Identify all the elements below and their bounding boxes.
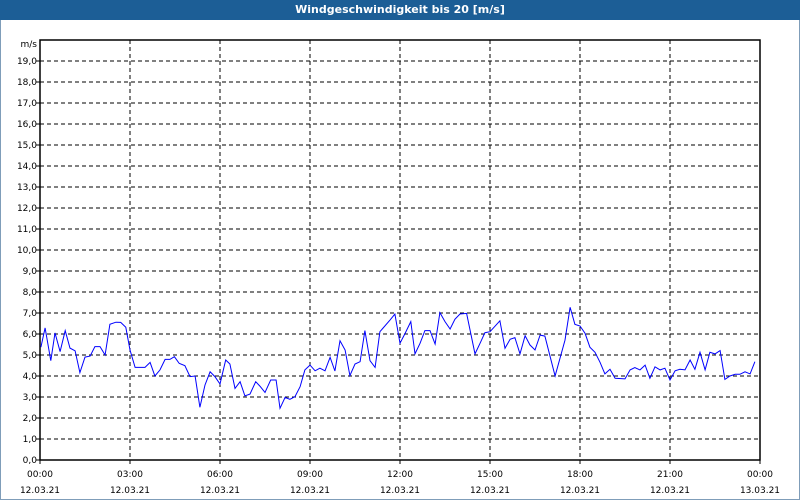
y-tick-label: 18,0 xyxy=(17,78,37,88)
y-tick-label: 15,0 xyxy=(17,141,37,151)
x-tick-date: 12.03.21 xyxy=(200,486,240,496)
x-tick-date: 12.03.21 xyxy=(380,486,420,496)
y-tick-label: 16,0 xyxy=(17,120,37,130)
x-tick-date: 12.03.21 xyxy=(470,486,510,496)
x-tick-time: 03:00 xyxy=(117,470,143,480)
x-tick-time: 00:00 xyxy=(747,470,773,480)
x-tick-time: 06:00 xyxy=(207,470,233,480)
y-tick-label: 1,0 xyxy=(23,435,38,445)
y-tick-label: 4,0 xyxy=(23,372,38,382)
y-tick-label: 2,0 xyxy=(23,414,38,424)
wind-speed-chart: 0,0 1,0 2,0 3,0 4,0 5,0 6,0 7,0 8,0 9,0 10,0 11,0 12… xyxy=(17,39,780,496)
y-tick-label: 3,0 xyxy=(23,393,38,403)
x-tick-date: 12.03.21 xyxy=(290,486,330,496)
x-tick-time: 18:00 xyxy=(567,470,593,480)
x-tick-time: 09:00 xyxy=(297,470,323,480)
y-tick-label: 14,0 xyxy=(17,162,37,172)
y-tick-label: 0,0 xyxy=(23,456,38,466)
x-tick-date: 12.03.21 xyxy=(110,486,150,496)
x-tick-date: 12.03.21 xyxy=(560,486,600,496)
x-tick-date: 13.03.21 xyxy=(740,486,780,496)
y-tick-label: 11,0 xyxy=(17,225,37,235)
y-tick-label: 7,0 xyxy=(23,309,38,319)
y-tick-label: 12,0 xyxy=(17,204,37,214)
y-tick-label: 19,0 xyxy=(17,57,37,67)
x-tick-date: 12.03.21 xyxy=(20,486,60,496)
x-tick-time: 12:00 xyxy=(387,470,413,480)
series-line-wind-speed xyxy=(40,307,756,411)
y-axis-unit: m/s xyxy=(21,40,38,50)
y-tick-label: 5,0 xyxy=(23,351,38,361)
y-tick-label: 17,0 xyxy=(17,99,37,109)
x-tick-time: 15:00 xyxy=(477,470,503,480)
y-tick-label: 8,0 xyxy=(23,288,38,298)
y-tick-label: 10,0 xyxy=(17,246,37,256)
x-tick-time: 00:00 xyxy=(27,470,53,480)
y-tick-label: 6,0 xyxy=(23,330,38,340)
x-tick-time: 21:00 xyxy=(657,470,683,480)
y-tick-label: 13,0 xyxy=(17,183,37,193)
y-tick-label: 9,0 xyxy=(23,267,38,277)
x-tick-date: 12.03.21 xyxy=(650,486,690,496)
